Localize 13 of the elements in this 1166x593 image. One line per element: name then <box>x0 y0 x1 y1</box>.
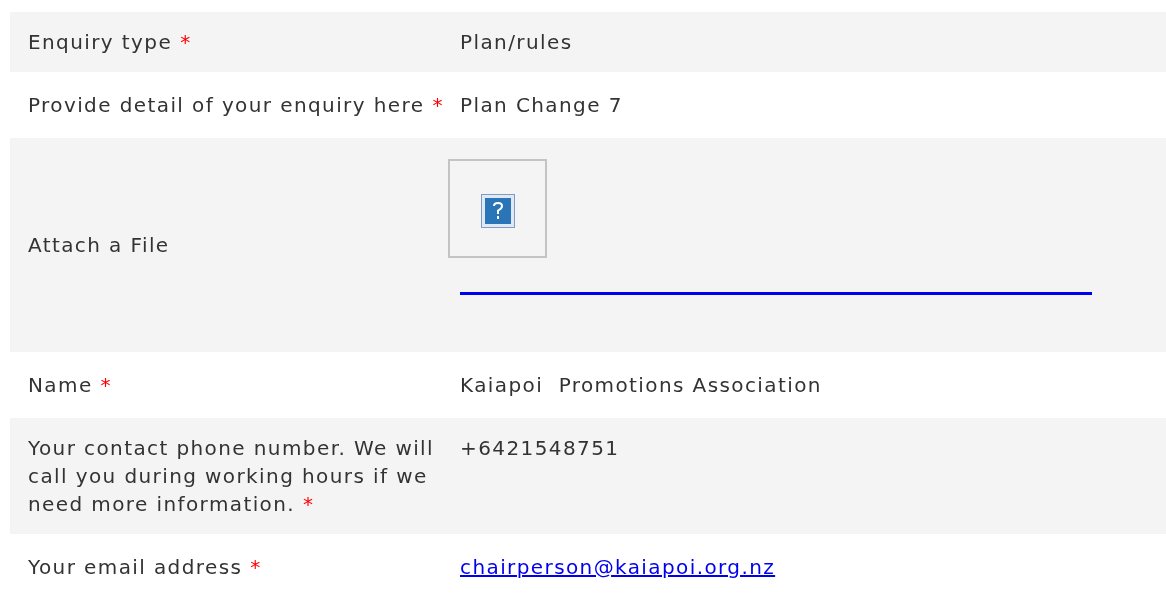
field-label: Attach a File <box>28 233 170 257</box>
field-label: Enquiry type * <box>28 30 192 54</box>
field-label: Your contact phone number. We will call you during working hours if we need more information. * <box>28 436 435 516</box>
field-label: Provide detail of your enquiry here * <box>28 93 444 117</box>
empty-link-underline[interactable] <box>460 292 1092 295</box>
field-value: Kaiapoi Promotions Association <box>460 373 822 397</box>
field-label: Name * <box>28 373 112 397</box>
field-label: Your email address * <box>28 555 262 579</box>
field-value: Plan/rules <box>460 30 573 54</box>
email-link[interactable]: chairperson@kaiapoi.org.nz <box>460 555 776 579</box>
broken-image-icon <box>480 194 515 228</box>
field-value: Plan Change 7 <box>460 93 623 117</box>
field-value: +6421548751 <box>460 436 620 460</box>
